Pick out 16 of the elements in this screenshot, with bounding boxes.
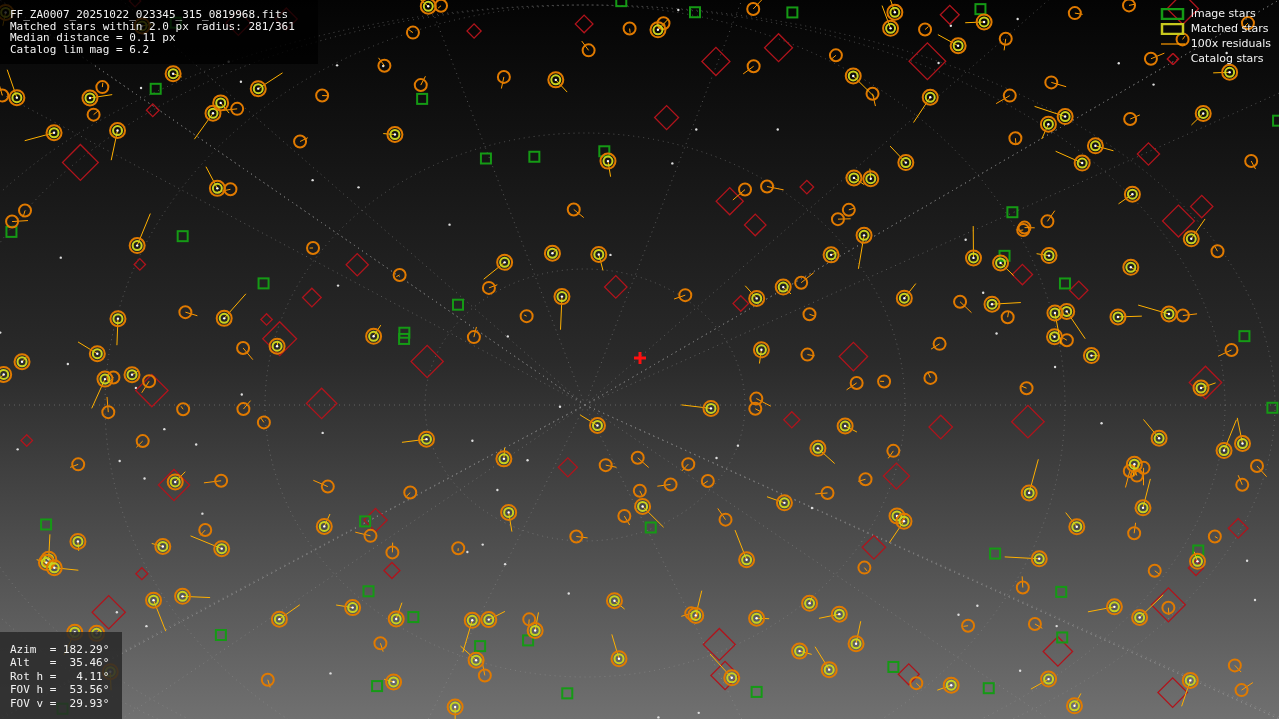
legend-label: Catalog stars — [1190, 52, 1264, 65]
info-text: Catalog lim mag = 6.2 — [10, 43, 151, 55]
center-cross-icon — [634, 352, 646, 364]
legend-label: 100x residuals — [1190, 37, 1271, 50]
info-text: FF_ZA0007_20251022_023345_315_0819968.fits — [10, 9, 290, 21]
diamond-icon — [1165, 52, 1180, 65]
pointing-text: FOV h = 53.56° — [10, 683, 111, 697]
legend-label: Matched stars — [1190, 22, 1269, 35]
legend-label: Image stars — [1190, 7, 1256, 20]
info-text: Matched stars within 2.0 px radius: 281/361 — [10, 20, 296, 32]
pointing-text: Alt = 35.46° — [10, 656, 111, 670]
pointing-text: Rot h = 4.11° — [10, 669, 111, 683]
pointing-text: Azim = 182.29° — [10, 642, 111, 656]
line-icon — [1160, 42, 1186, 45]
info-text: Median distance = 0.11 px — [10, 32, 176, 44]
pointing-text: FOV v = 29.93° — [10, 696, 111, 710]
